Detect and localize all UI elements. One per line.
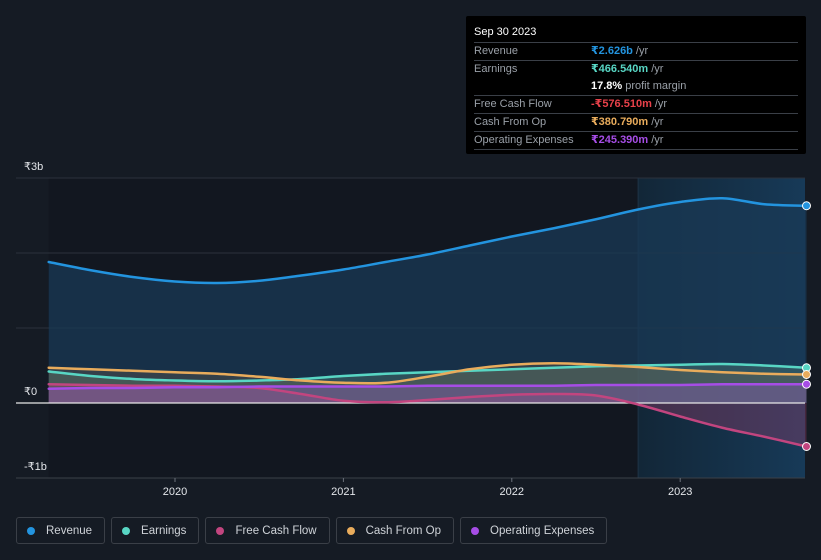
tooltip-value: 17.8% <box>591 80 623 92</box>
legend-item-operating-expenses[interactable]: Operating Expenses <box>460 517 608 544</box>
x-tick-label: 2020 <box>163 486 187 498</box>
tooltip-panel: Sep 30 2023 Revenue ₹2.626b /yr Earnings… <box>466 16 806 154</box>
x-axis: 2020 2021 2022 2023 <box>16 477 805 498</box>
x-tick-label: 2022 <box>500 486 524 498</box>
endpoint-revenue <box>802 201 811 211</box>
legend-label: Operating Expenses <box>490 524 595 537</box>
tooltip-unit: /yr <box>651 63 664 75</box>
legend-dot-icon <box>122 526 131 535</box>
tooltip-date: Sep 30 2023 <box>474 24 798 43</box>
y-tick-label: ₹0 <box>24 386 37 398</box>
tooltip-value: ₹466.540m <box>591 63 649 75</box>
tooltip-row-free-cash-flow: Free Cash Flow -₹576.510m /yr <box>474 96 798 114</box>
x-tick-label: 2023 <box>668 486 692 498</box>
tooltip-row-earnings: Earnings ₹466.540m /yr <box>474 61 798 78</box>
tooltip-label: Free Cash Flow <box>474 98 552 110</box>
legend-item-free-cash-flow[interactable]: Free Cash Flow <box>205 517 330 544</box>
tooltip-unit: /yr <box>651 134 664 146</box>
tooltip-label: Operating Expenses <box>474 134 574 146</box>
endpoint-cash-from-op <box>802 370 811 379</box>
endpoint-operating-expenses <box>802 379 811 389</box>
legend-dot-icon <box>346 526 355 535</box>
tooltip-unit: /yr <box>654 98 668 110</box>
tooltip-unit: profit margin <box>625 80 687 92</box>
tooltip-label: Earnings <box>474 63 518 75</box>
legend-item-revenue[interactable]: Revenue <box>16 517 106 544</box>
endpoint-free-cash-flow <box>802 442 811 451</box>
tooltip-label: Cash From Op <box>474 116 547 128</box>
legend-dot-icon <box>216 526 225 535</box>
legend-item-earnings[interactable]: Earnings <box>111 517 200 544</box>
legend: Revenue Earnings Free Cash Flow Cash Fro… <box>16 517 608 544</box>
tooltip-value: ₹2.626b <box>591 45 633 57</box>
legend-dot-icon <box>471 526 480 535</box>
legend-dot-icon <box>27 526 35 535</box>
tooltip-row-profit-margin: 17.8% profit margin <box>474 78 798 96</box>
y-tick-label: -₹1b <box>24 461 47 473</box>
tooltip-label <box>474 78 591 95</box>
tooltip-unit: /yr <box>635 45 649 57</box>
tooltip-value: -₹576.510m <box>591 98 652 110</box>
legend-label: Revenue <box>46 524 93 537</box>
tooltip-value: ₹245.390m <box>591 134 649 146</box>
tooltip-value: ₹380.790m <box>591 116 649 128</box>
tooltip-unit: /yr <box>651 116 664 128</box>
tooltip-row-cash-from-op: Cash From Op ₹380.790m /yr <box>474 114 798 132</box>
y-tick-label: ₹3b <box>24 161 43 173</box>
x-tick-label: 2021 <box>331 486 355 498</box>
tooltip-row-revenue: Revenue ₹2.626b /yr <box>474 43 798 61</box>
legend-label: Cash From Op <box>365 524 442 537</box>
legend-item-cash-from-op[interactable]: Cash From Op <box>335 517 455 544</box>
legend-label: Free Cash Flow <box>235 524 317 537</box>
tooltip-label: Revenue <box>474 45 519 57</box>
tooltip-row-operating-expenses: Operating Expenses ₹245.390m /yr <box>474 132 798 150</box>
legend-label: Earnings <box>141 524 187 537</box>
